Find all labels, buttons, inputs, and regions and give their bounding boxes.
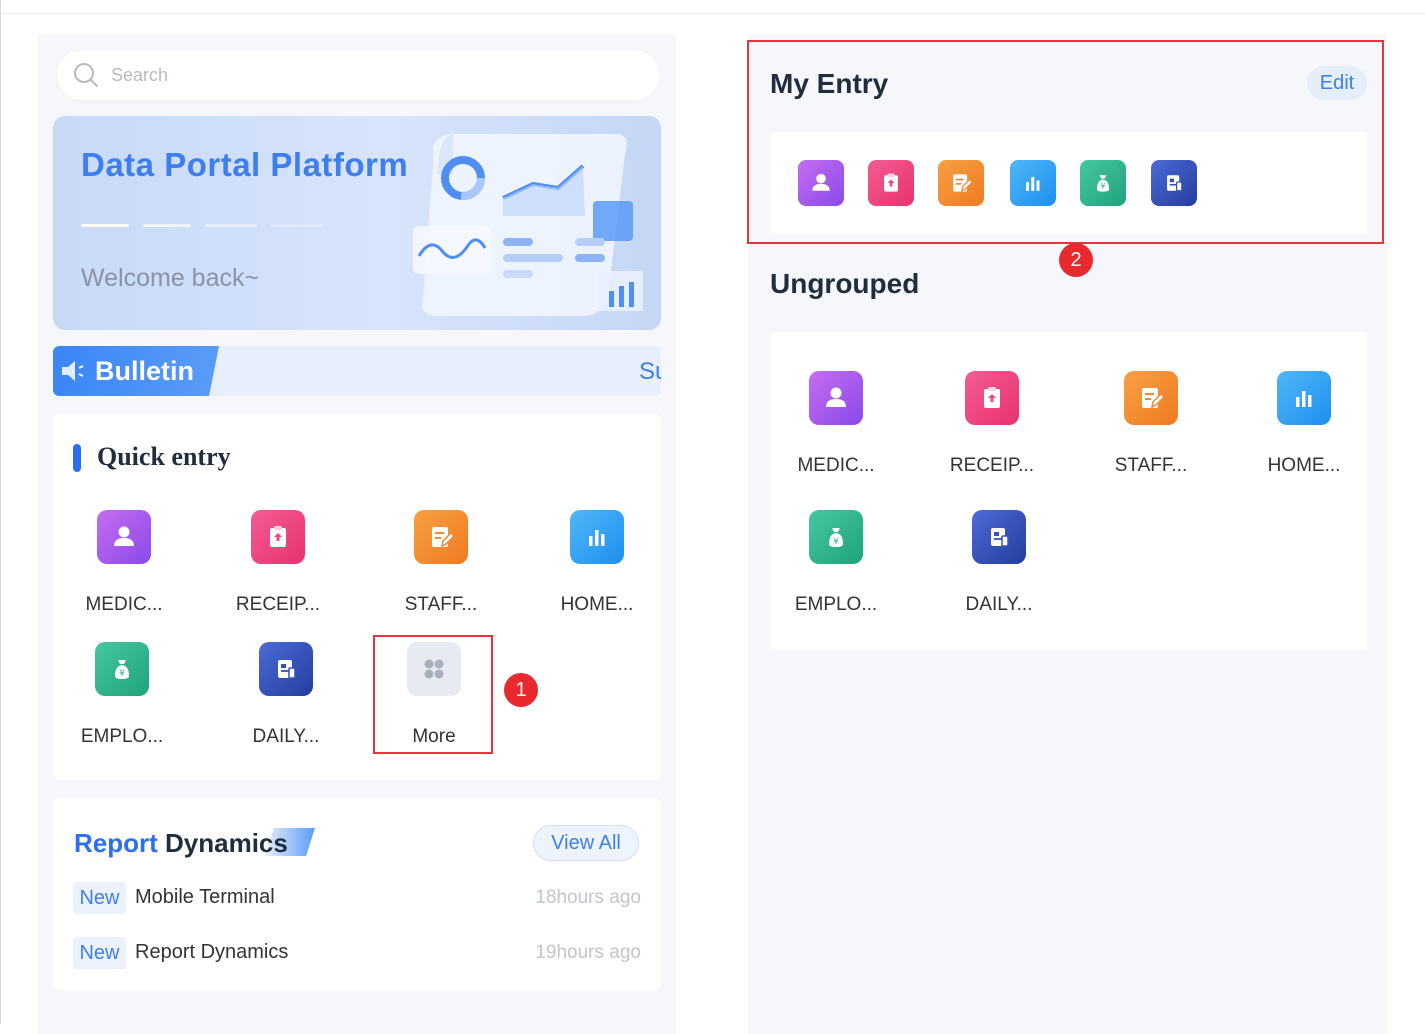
report-row[interactable]: New Report Dynamics 19hours ago [73, 937, 641, 969]
money-bag-icon: ¥ [95, 642, 149, 696]
report-icon [259, 642, 313, 696]
quick-entry-label: RECEIP... [235, 594, 321, 615]
ungrouped-title: Ungrouped [770, 268, 920, 299]
annotation-badge-2: 2 [1059, 243, 1093, 277]
quick-entry-receipt[interactable]: RECEIP... [203, 510, 353, 616]
money-bag-icon: ¥ [809, 510, 863, 564]
bulletin-bar[interactable]: Bulletin Su [53, 346, 661, 396]
ungrouped-item-receipt[interactable]: RECEIP... [917, 371, 1067, 477]
bar-chart-icon [1277, 371, 1331, 425]
quick-entry-label: MEDIC... [85, 594, 163, 615]
banner-decoration [271, 224, 323, 227]
quick-entry-label: DAILY... [252, 726, 320, 747]
speaker-icon [62, 361, 84, 381]
clipboard-upload-icon [251, 510, 305, 564]
ungrouped-item-staff[interactable]: STAFF... [1076, 371, 1226, 477]
bulletin-label: Bulletin [95, 355, 194, 386]
quick-entry-label: STAFF... [404, 594, 478, 615]
banner-subtitle: Welcome back~ [81, 264, 260, 292]
section-accent-bar [73, 444, 81, 472]
view-all-button[interactable]: View All [533, 825, 639, 861]
window-top-border [0, 0, 1425, 14]
user-icon [97, 510, 151, 564]
ungrouped-item-label: MEDIC... [797, 455, 875, 476]
report-row-time: 18hours ago [535, 887, 641, 908]
svg-text:¥: ¥ [833, 537, 839, 547]
edit-document-icon [1124, 371, 1178, 425]
ungrouped-item-label: DAILY... [965, 594, 1033, 615]
quick-entry-staff[interactable]: STAFF... [366, 510, 516, 616]
ungrouped-item-label: EMPLO... [794, 594, 878, 615]
new-tag: New [73, 882, 126, 914]
report-icon [972, 510, 1026, 564]
report-row-time: 19hours ago [535, 942, 641, 963]
ungrouped-item-daily[interactable]: DAILY... [924, 510, 1074, 616]
quick-entry-title: Quick entry [97, 442, 231, 471]
ungrouped-item-employee[interactable]: ¥ EMPLO... [761, 510, 911, 616]
more-highlight-box [373, 635, 493, 754]
quick-entry-label: HOME... [560, 594, 634, 615]
quick-entry-daily[interactable]: DAILY... [211, 642, 361, 748]
report-row-title[interactable]: Report Dynamics [135, 941, 288, 964]
dashboard-illustration-icon [413, 134, 643, 316]
banner: Data Portal Platform Welcome back~ [53, 116, 661, 330]
ungrouped-item-label: RECEIP... [949, 455, 1035, 476]
report-dynamics-card: Report Dynamics View All New Mobile Term… [53, 798, 661, 990]
my-entry-highlight-box [747, 40, 1384, 244]
quick-entry-home[interactable]: HOME... [522, 510, 672, 616]
banner-decoration [81, 224, 129, 227]
annotation-badge-1: 1 [504, 673, 538, 707]
user-icon [809, 371, 863, 425]
quick-entry-label: EMPLO... [80, 726, 164, 747]
report-dynamics-title: Report Dynamics [74, 828, 288, 859]
report-title-part2: Dynamics [165, 828, 288, 858]
search-icon [74, 63, 98, 87]
search-bar[interactable] [57, 50, 659, 100]
new-tag: New [73, 937, 126, 969]
window-left-border [0, 0, 1, 1024]
report-title-part1: Report [74, 828, 158, 858]
svg-text:¥: ¥ [119, 669, 125, 679]
ungrouped-item-label: STAFF... [1114, 455, 1188, 476]
edit-document-icon [414, 510, 468, 564]
report-row-title[interactable]: Mobile Terminal [135, 886, 275, 909]
ungrouped-item-label: HOME... [1267, 455, 1341, 476]
banner-decoration [143, 224, 191, 227]
search-input[interactable] [111, 64, 611, 86]
bulletin-tag: Bulletin [53, 346, 219, 396]
quick-entry-medic[interactable]: MEDIC... [49, 510, 199, 616]
bar-chart-icon [570, 510, 624, 564]
bulletin-marquee-text[interactable]: Su [639, 358, 661, 386]
clipboard-upload-icon [965, 371, 1019, 425]
banner-decoration [205, 224, 257, 227]
report-row[interactable]: New Mobile Terminal 18hours ago [73, 882, 641, 914]
ungrouped-item-home[interactable]: HOME... [1229, 371, 1379, 477]
quick-entry-employee[interactable]: ¥ EMPLO... [47, 642, 197, 748]
ungrouped-item-medic[interactable]: MEDIC... [761, 371, 911, 477]
